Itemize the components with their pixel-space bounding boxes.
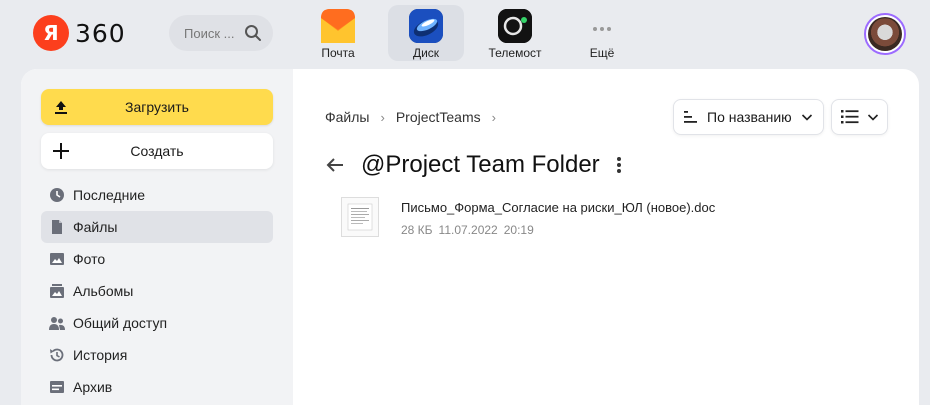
app-disk[interactable]: Диск <box>388 5 464 61</box>
sidebar-item-recent[interactable]: Последние <box>41 179 273 211</box>
sidebar-item-albums[interactable]: Альбомы <box>41 275 273 307</box>
file-time: 20:19 <box>503 223 534 237</box>
sidebar-nav: Последние Файлы Фото Альбомы Общий досту… <box>41 179 273 403</box>
back-arrow-icon[interactable] <box>325 155 345 175</box>
mail-icon <box>321 9 355 43</box>
chevron-down-icon <box>867 114 878 121</box>
sidebar-item-label: Архив <box>73 379 113 395</box>
breadcrumb-separator: › <box>491 109 496 125</box>
upload-icon <box>55 101 67 114</box>
create-label: Создать <box>130 143 184 159</box>
sidebar-item-history[interactable]: История <box>41 339 273 371</box>
search-icon <box>245 25 261 41</box>
disk-icon <box>409 9 443 43</box>
app-label: Диск <box>412 46 440 60</box>
photo-icon <box>50 253 64 265</box>
sidebar-item-shared[interactable]: Общий доступ <box>41 307 273 339</box>
sidebar-item-files[interactable]: Файлы <box>41 211 273 243</box>
app-label: Телемост <box>488 46 542 60</box>
sort-label: По названию <box>707 109 792 125</box>
upload-button[interactable]: Загрузить <box>41 89 273 125</box>
archive-icon <box>50 381 64 393</box>
list-item[interactable]: Письмо_Форма_Согласие на риски_ЮЛ (новое… <box>341 197 715 237</box>
sidebar-item-label: Файлы <box>73 219 118 235</box>
app-mail[interactable]: Почта <box>300 5 376 61</box>
chevron-down-icon <box>801 114 812 121</box>
upload-label: Загрузить <box>125 99 189 115</box>
sidebar-item-label: Общий доступ <box>73 315 168 331</box>
sort-button[interactable]: По названию <box>673 99 824 135</box>
folder-title-row: @Project Team Folder <box>325 151 622 179</box>
file-icon <box>52 220 62 234</box>
history-icon <box>50 348 64 362</box>
clock-icon <box>50 188 64 202</box>
document-thumbnail-icon <box>341 197 379 237</box>
main-content: Файлы › ProjectTeams › По названию @Proj… <box>293 69 919 405</box>
sidebar-item-photo[interactable]: Фото <box>41 243 273 275</box>
more-vertical-icon[interactable] <box>616 155 622 175</box>
search-placeholder: Поиск ... <box>184 25 235 41</box>
sidebar-item-archive[interactable]: Архив <box>41 371 273 403</box>
yandex-360-logo[interactable]: Я 360 <box>33 14 126 52</box>
breadcrumb-files[interactable]: Файлы <box>325 109 369 125</box>
breadcrumb: Файлы › ProjectTeams › <box>325 109 507 125</box>
sidebar-item-label: История <box>73 347 128 363</box>
sort-icon <box>684 111 697 123</box>
create-button[interactable]: Создать <box>41 133 273 169</box>
sidebar-item-label: Альбомы <box>73 283 134 299</box>
main-card: Загрузить Создать Последние Файлы Фото А… <box>21 69 919 405</box>
list-view-icon <box>840 110 858 124</box>
logo-text: 360 <box>75 18 126 48</box>
breadcrumb-projectteams[interactable]: ProjectTeams <box>396 109 481 125</box>
view-mode-button[interactable] <box>831 99 888 135</box>
plus-icon <box>53 143 69 159</box>
breadcrumb-separator: › <box>380 109 385 125</box>
file-size: 28 КБ <box>401 223 433 237</box>
shared-icon <box>49 317 65 330</box>
more-apps-icon <box>585 9 619 43</box>
file-name: Письмо_Форма_Согласие на риски_ЮЛ (новое… <box>401 200 716 215</box>
file-date: 11.07.2022 <box>438 223 498 237</box>
app-more[interactable]: Ещё <box>564 5 640 61</box>
app-label: Почта <box>321 46 355 60</box>
page-title: @Project Team Folder <box>361 151 600 178</box>
avatar[interactable] <box>864 13 906 55</box>
sidebar: Загрузить Создать Последние Файлы Фото А… <box>21 69 293 405</box>
search-field[interactable]: Поиск ... <box>169 15 273 51</box>
avatar-image <box>868 17 902 51</box>
file-info: Письмо_Форма_Согласие на риски_ЮЛ (новое… <box>401 197 715 237</box>
app-label: Ещё <box>589 46 615 60</box>
sidebar-item-label: Последние <box>73 187 146 203</box>
yandex-logo-icon: Я <box>33 15 69 51</box>
sidebar-item-label: Фото <box>73 251 106 267</box>
file-meta: 28 КБ 11.07.2022 20:19 <box>401 223 715 237</box>
top-bar: Я 360 Поиск ... Почта Диск Телемост Ещё <box>0 0 930 68</box>
album-icon <box>50 284 64 298</box>
app-telemost[interactable]: Телемост <box>477 5 553 61</box>
telemost-icon <box>498 9 532 43</box>
